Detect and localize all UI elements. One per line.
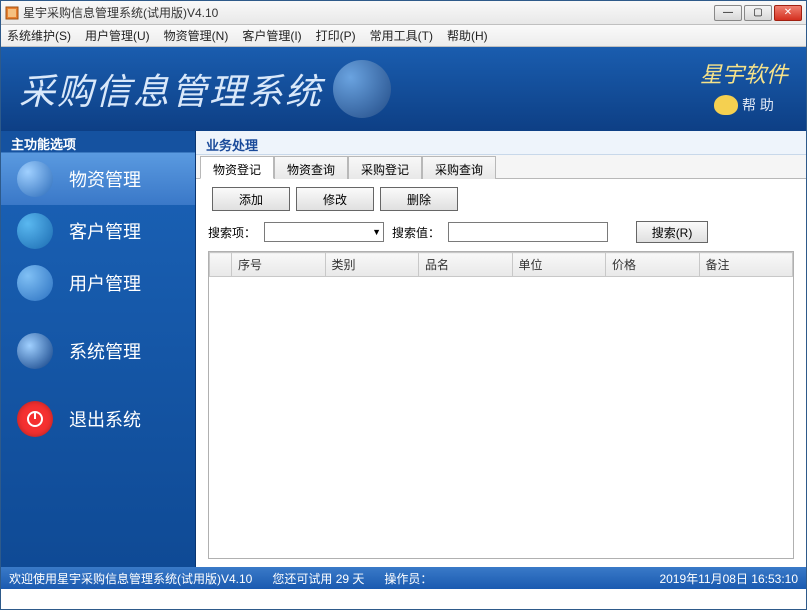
power-icon <box>17 401 53 437</box>
menu-system[interactable]: 系统维护(S) <box>7 27 71 44</box>
menu-users[interactable]: 用户管理(U) <box>85 27 150 44</box>
tab-purchase-register[interactable]: 采购登记 <box>348 156 422 179</box>
minimize-button[interactable]: — <box>714 5 742 21</box>
materials-icon <box>17 161 53 197</box>
search-field-label: 搜索项： <box>208 224 256 241</box>
tab-purchase-query[interactable]: 采购查询 <box>422 156 496 179</box>
close-button[interactable]: ✕ <box>774 5 802 21</box>
system-icon <box>17 333 53 369</box>
sidebar-item-customers[interactable]: 客户管理 <box>1 205 195 257</box>
sidebar-item-label: 物资管理 <box>69 166 141 192</box>
content: 主功能选项 物资管理 客户管理 用户管理 系统管理 退出系统 业务处理 物 <box>1 131 806 567</box>
col-remark[interactable]: 备注 <box>699 253 793 277</box>
data-grid[interactable]: 序号 类别 品名 单位 价格 备注 <box>208 251 794 559</box>
maximize-button[interactable]: ▢ <box>744 5 772 21</box>
statusbar: 欢迎使用星宇采购信息管理系统(试用版)V4.10 您还可试用 29 天 操作员：… <box>1 567 806 589</box>
menubar: 系统维护(S) 用户管理(U) 物资管理(N) 客户管理(I) 打印(P) 常用… <box>1 25 806 47</box>
chevron-down-icon: ▼ <box>372 227 381 237</box>
menu-tools[interactable]: 常用工具(T) <box>370 27 433 44</box>
sidebar-item-label: 退出系统 <box>69 406 141 432</box>
col-index[interactable]: 序号 <box>232 253 326 277</box>
customers-icon <box>17 213 53 249</box>
tabs: 物资登记 物资查询 采购登记 采购查询 <box>196 155 806 179</box>
menu-print[interactable]: 打印(P) <box>316 27 356 44</box>
col-name[interactable]: 品名 <box>419 253 513 277</box>
main-panel: 业务处理 物资登记 物资查询 采购登记 采购查询 添加 修改 删除 搜索项： ▼… <box>196 131 806 567</box>
col-selector[interactable] <box>210 253 232 277</box>
col-unit[interactable]: 单位 <box>512 253 606 277</box>
sidebar-item-users[interactable]: 用户管理 <box>1 257 195 309</box>
sidebar-item-label: 用户管理 <box>69 270 141 296</box>
help-link[interactable]: 帮 助 <box>700 95 788 115</box>
sidebar-item-materials[interactable]: 物资管理 <box>1 153 195 205</box>
face-icon <box>714 95 738 115</box>
sidebar-item-label: 系统管理 <box>69 338 141 364</box>
edit-button[interactable]: 修改 <box>296 187 374 211</box>
delete-button[interactable]: 删除 <box>380 187 458 211</box>
sidebar-item-label: 客户管理 <box>69 218 141 244</box>
app-icon <box>5 6 19 20</box>
window-title: 星宇采购信息管理系统(试用版)V4.10 <box>23 4 714 21</box>
tab-material-query[interactable]: 物资查询 <box>274 156 348 179</box>
status-operator: 操作员： <box>384 570 432 587</box>
menu-help[interactable]: 帮助(H) <box>447 27 488 44</box>
banner-title: 采购信息管理系统 <box>19 63 323 115</box>
sidebar-item-exit[interactable]: 退出系统 <box>1 393 195 445</box>
brand-label: 星宇软件 <box>700 57 788 89</box>
sidebar-header: 主功能选项 <box>1 131 195 153</box>
col-category[interactable]: 类别 <box>325 253 419 277</box>
business-header: 业务处理 <box>196 131 806 155</box>
globe-icon <box>333 60 391 118</box>
status-welcome: 欢迎使用星宇采购信息管理系统(试用版)V4.10 <box>9 570 252 587</box>
titlebar: 星宇采购信息管理系统(试用版)V4.10 — ▢ ✕ <box>1 1 806 25</box>
add-button[interactable]: 添加 <box>212 187 290 211</box>
search-value-label: 搜索值： <box>392 224 440 241</box>
search-button[interactable]: 搜索(R) <box>636 221 708 243</box>
tab-body: 添加 修改 删除 搜索项： ▼ 搜索值： 搜索(R) 序号 类别 <box>196 179 806 567</box>
menu-materials[interactable]: 物资管理(N) <box>164 27 229 44</box>
banner: 采购信息管理系统 星宇软件 帮 助 <box>1 47 806 131</box>
table-header-row: 序号 类别 品名 单位 价格 备注 <box>210 253 793 277</box>
tab-material-register[interactable]: 物资登记 <box>200 156 274 179</box>
menu-customers[interactable]: 客户管理(I) <box>242 27 301 44</box>
help-label: 帮 助 <box>742 95 774 115</box>
banner-right: 星宇软件 帮 助 <box>700 57 788 115</box>
search-row: 搜索项： ▼ 搜索值： 搜索(R) <box>208 221 794 243</box>
sidebar: 主功能选项 物资管理 客户管理 用户管理 系统管理 退出系统 <box>1 131 196 567</box>
search-value-input[interactable] <box>448 222 608 242</box>
status-datetime: 2019年11月08日 16:53:10 <box>659 570 798 587</box>
window-controls: — ▢ ✕ <box>714 5 802 21</box>
sidebar-item-system[interactable]: 系统管理 <box>1 325 195 377</box>
action-buttons: 添加 修改 删除 <box>212 187 794 211</box>
users-icon <box>17 265 53 301</box>
status-trial: 您还可试用 29 天 <box>272 570 364 587</box>
col-price[interactable]: 价格 <box>606 253 700 277</box>
search-field-combo[interactable]: ▼ <box>264 222 384 242</box>
